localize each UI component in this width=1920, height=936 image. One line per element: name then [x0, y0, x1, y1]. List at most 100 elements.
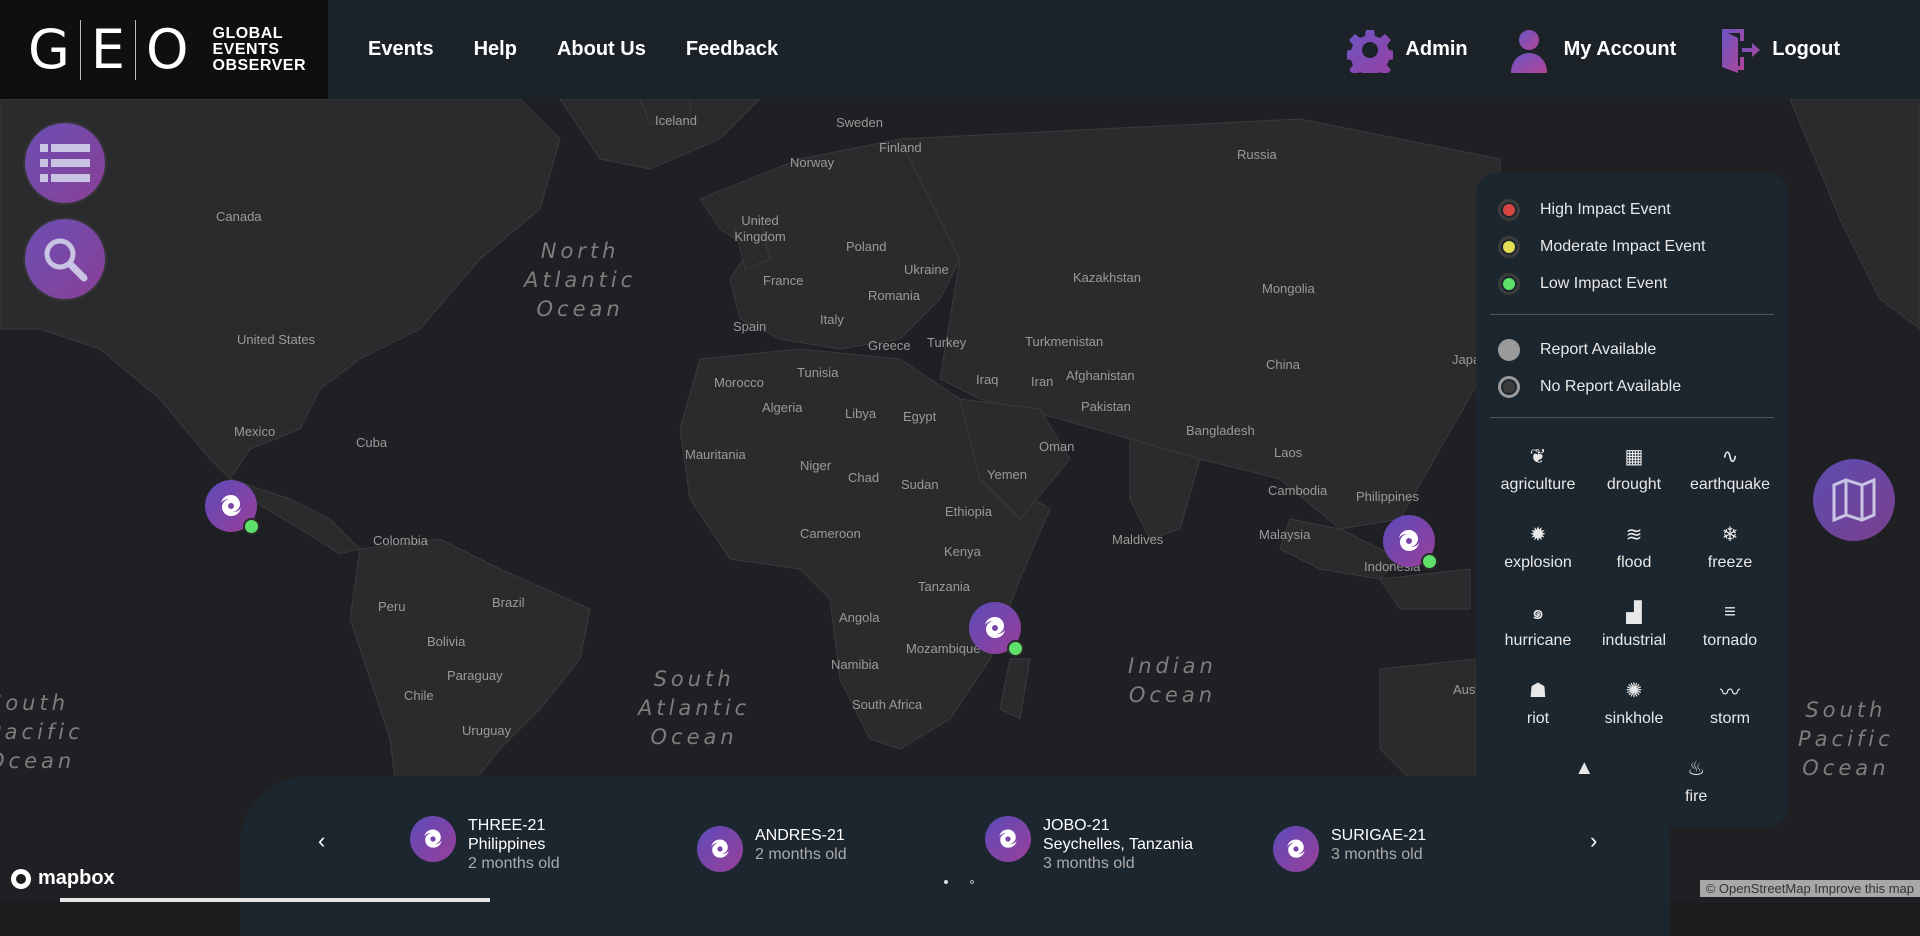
type-industrial[interactable]: ▟ industrial	[1586, 588, 1682, 666]
nav-feedback[interactable]: Feedback	[666, 38, 798, 61]
ocean-label-indian: Indian Ocean	[1128, 654, 1217, 707]
map-label: Brazil	[492, 595, 525, 610]
map-label: Italy	[820, 312, 844, 327]
snowflake-icon: ❄	[1721, 523, 1739, 546]
type-tornado[interactable]: ≡ tornado	[1682, 588, 1778, 666]
drought-icon: ▦	[1624, 445, 1644, 468]
map-label: Peru	[378, 599, 406, 614]
map-label: Iraq	[976, 372, 999, 387]
carousel-item-jobo-21[interactable]: JOBO-21 Seychelles, Tanzania 3 months old	[985, 816, 1193, 873]
legend-panel: High Impact Event Moderate Impact Event …	[1476, 173, 1788, 827]
mapbox-logo[interactable]: mapbox	[10, 867, 115, 890]
event-list-button[interactable]	[25, 123, 105, 203]
event-location: Seychelles, Tanzania	[1043, 836, 1194, 853]
logo-wordmark: GLOBAL EVENTS OBSERVER	[212, 25, 307, 74]
map-label: Spain	[733, 319, 767, 334]
map-label: Ethiopia	[945, 504, 992, 519]
geo-logo[interactable]: G E O GLOBAL EVENTS OBSERVER	[0, 0, 328, 99]
logo-letter-g: G	[18, 19, 81, 80]
type-fire[interactable]: ♨ fire	[1685, 744, 1707, 822]
search-button[interactable]	[25, 219, 105, 299]
carousel-item-three-21[interactable]: THREE-21 Philippines 2 months old	[410, 816, 560, 873]
map-label: Poland	[846, 239, 887, 254]
map-attribution[interactable]: © OpenStreetMap Improve this map	[1699, 880, 1920, 897]
low-impact-indicator	[243, 518, 260, 535]
event-marker-andres[interactable]	[205, 480, 260, 535]
logout-icon	[1722, 28, 1761, 73]
type-hurricane[interactable]: ๑ hurricane	[1490, 588, 1586, 666]
event-title: THREE-21	[468, 817, 546, 834]
event-age: 3 months old	[1331, 846, 1423, 863]
type-drought[interactable]: ▦ drought	[1586, 432, 1682, 510]
type-flood[interactable]: ≋ flood	[1586, 510, 1682, 588]
carousel-dot-active[interactable]	[944, 880, 948, 884]
nav-events[interactable]: Events	[348, 38, 454, 61]
user-nav: Admin My Account Logout	[1347, 0, 1840, 99]
type-sinkhole[interactable]: ✺ sinkhole	[1586, 666, 1682, 744]
event-marker-jobo[interactable]	[969, 602, 1024, 657]
type-earthquake[interactable]: ∿ earthquake	[1682, 432, 1778, 510]
logo-letter-o: O	[145, 17, 189, 81]
logout-link[interactable]: Logout	[1714, 27, 1840, 73]
map-label: Malaysia	[1259, 527, 1311, 542]
user-icon	[1510, 29, 1547, 73]
ocean-label-north-atlantic: North Atlantic Ocean	[524, 239, 637, 321]
map-label: Pakistan	[1081, 399, 1131, 414]
carousel-item-surigae-21[interactable]: SURIGAE-21 3 months old	[1273, 826, 1426, 872]
top-navigation-bar: G E O GLOBAL EVENTS OBSERVER Events Help…	[0, 0, 1920, 99]
map-label: Namibia	[831, 657, 879, 672]
map-label: Oman	[1039, 439, 1075, 454]
map-label: Mauritania	[685, 447, 746, 462]
impact-dot	[1498, 198, 1520, 221]
impact-dot	[1498, 272, 1520, 295]
carousel-prev-button[interactable]: ‹	[318, 828, 325, 854]
map-label: Norway	[790, 155, 835, 170]
hurricane-icon	[221, 495, 241, 516]
carousel-next-button[interactable]: ›	[1590, 828, 1597, 854]
map-style-toggle-button[interactable]	[1813, 459, 1895, 541]
riot-icon: ☗	[1529, 679, 1547, 702]
map-label: Kazakhstan	[1073, 270, 1141, 285]
map-label: Tunisia	[797, 365, 839, 380]
event-type-grid: ❦ agriculture ▦ drought ∿ earthquake ✹ explo…	[1490, 432, 1774, 744]
map-label: Greece	[868, 338, 911, 353]
type-agriculture[interactable]: ❦ agriculture	[1490, 432, 1586, 510]
map-label: Ukraine	[904, 262, 949, 277]
type-explosion[interactable]: ✹ explosion	[1490, 510, 1586, 588]
type-freeze[interactable]: ❄ freeze	[1682, 510, 1778, 588]
event-age: 2 months old	[468, 855, 560, 872]
map-label: Yemen	[987, 467, 1027, 482]
map-label: China	[1266, 357, 1300, 372]
type-riot[interactable]: ☗ riot	[1490, 666, 1586, 744]
event-title: SURIGAE-21	[1331, 827, 1427, 844]
event-age: 3 months old	[1043, 855, 1135, 872]
map-label: Niger	[800, 458, 832, 473]
hurricane-icon	[985, 816, 1031, 862]
search-icon	[44, 238, 88, 282]
map-label: Finland	[879, 140, 922, 155]
logo-line: EVENTS	[212, 40, 280, 58]
map-icon	[1832, 477, 1876, 523]
horizontal-scrollbar[interactable]	[60, 898, 490, 902]
type-storm[interactable]: 〰 storm	[1682, 666, 1778, 744]
map-label: Sudan	[901, 477, 939, 492]
map-label: Angola	[839, 610, 880, 625]
no-report-dot	[1498, 375, 1520, 398]
map-label: Laos	[1274, 445, 1303, 460]
logo-line: OBSERVER	[212, 56, 307, 74]
nav-help[interactable]: Help	[454, 38, 537, 61]
low-impact-indicator	[1007, 640, 1024, 657]
map-label: Colombia	[373, 533, 428, 548]
carousel-dot[interactable]	[970, 880, 974, 884]
map-label: Mexico	[234, 424, 276, 439]
event-marker-three[interactable]	[1383, 515, 1438, 570]
carousel-item-andres-21[interactable]: ANDRES-21 2 months old	[697, 826, 847, 872]
logo-letter-e: E	[81, 19, 136, 80]
admin-label: Admin	[1405, 38, 1468, 60]
my-account-link[interactable]: My Account	[1506, 27, 1676, 73]
admin-link[interactable]: Admin	[1347, 27, 1468, 73]
event-location: Philippines	[468, 836, 546, 853]
nav-about-us[interactable]: About Us	[537, 38, 666, 61]
divider	[1490, 314, 1774, 315]
map-label: Libya	[845, 406, 877, 421]
